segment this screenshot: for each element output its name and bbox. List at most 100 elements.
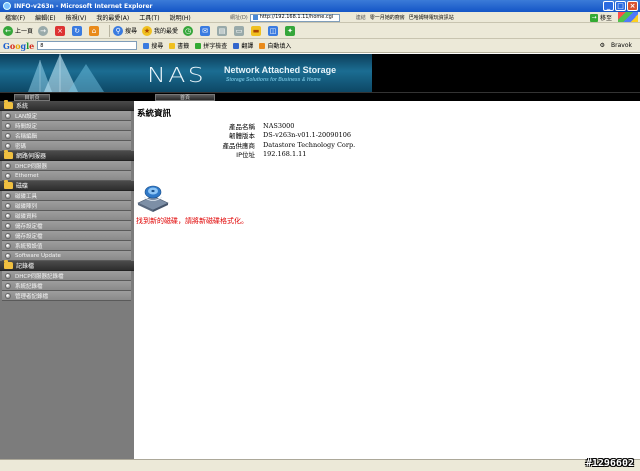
sidebar-item-dhcp-log[interactable]: DHCP伺服器記錄檔 [2, 271, 131, 281]
sidebar-group-system[interactable]: 系統 [0, 100, 134, 111]
sidebar-item-password[interactable]: 密碼 [2, 141, 131, 151]
back-button[interactable]: ← 上一頁 [3, 25, 33, 36]
sidebar-group-disk[interactable]: 磁碟 [0, 180, 134, 191]
sidebar-item-software-update[interactable]: Software Update [2, 251, 131, 261]
google-bookmarks-button[interactable]: 書籤 [169, 41, 189, 50]
minimize-button[interactable]: _ [603, 1, 614, 11]
settings-icon: ⚙ [599, 42, 606, 49]
search-icon: ⚲ [113, 25, 124, 36]
sidebar-item-name[interactable]: 名稱編輯 [2, 131, 131, 141]
sidebar-group-logs[interactable]: 記錄檔 [0, 260, 134, 271]
edit-button[interactable]: ▭ [234, 25, 246, 36]
maximize-button[interactable]: □ [615, 1, 626, 11]
search-icon [143, 42, 150, 49]
printer-icon: ▤ [217, 25, 228, 36]
bullet-icon [5, 192, 11, 199]
google-search-input[interactable]: 8 [37, 41, 138, 50]
building-graphic [28, 54, 104, 92]
forward-button[interactable]: → [38, 25, 50, 36]
menu-favorites[interactable]: 我的最愛(A) [91, 13, 134, 22]
address-label: 網址(D) [230, 15, 248, 21]
mail-icon: ✉ [200, 25, 211, 36]
bullet-icon [5, 202, 11, 209]
research-button[interactable]: ◫ [268, 25, 280, 36]
google-account[interactable]: ⚙ Bravok [600, 42, 632, 49]
stop-icon: × [55, 25, 66, 36]
google-logo: Google [3, 40, 35, 51]
menu-help[interactable]: 說明(H) [165, 13, 196, 22]
window-title: INFO-v263n - Microsoft Internet Explorer [14, 2, 153, 10]
nav-strip: 目前頁 首頁 [0, 92, 640, 101]
address-input[interactable]: http://192.168.1.11/home.cgi [249, 13, 340, 22]
sidebar-item-dhcp[interactable]: DHCP伺服器 [2, 161, 131, 171]
sidebar-group-network[interactable]: 網路伺服器 [0, 150, 134, 161]
refresh-button[interactable]: ↻ [72, 25, 84, 36]
sidebar-item-ethernet[interactable]: Ethernet [2, 171, 131, 181]
menu-view[interactable]: 檢視(V) [61, 13, 92, 22]
links-label: 連結 [355, 15, 366, 21]
bullet-icon [5, 162, 11, 169]
sidebar-item-defaults[interactable]: 系統預設值 [2, 241, 131, 251]
sidebar-item-system-log[interactable]: 系統記錄檔 [2, 281, 131, 291]
search-button[interactable]: ⚲ 搜尋 [113, 25, 137, 36]
sidebar: 系統 LAN設定 時間設定 名稱編輯 密碼 網路伺服器 DHCP伺服器 Ethe… [0, 100, 134, 459]
system-info-table: 產品名稱 NAS3000 韌體版本 DS-v263n-v01.1-2009010… [174, 121, 356, 160]
address-bar: 網址(D) http://192.168.1.11/home.cgi 連結 零一… [230, 13, 585, 22]
history-button[interactable]: ◷ [183, 25, 195, 36]
bullet-icon [5, 142, 11, 149]
link-item[interactable]: 巴哈姆特電玩資訊站 [409, 14, 454, 21]
sidebar-item-raid[interactable]: 磁碟陣列 [2, 201, 131, 211]
folder-icon: ▬ [251, 25, 262, 36]
nas-header: NAS Network Attached Storage Storage Sol… [0, 54, 640, 92]
ie-icon [3, 2, 11, 10]
back-arrow-icon: ← [3, 25, 13, 36]
sidebar-item-disk-info[interactable]: 磁碟資料 [2, 211, 131, 221]
favorites-button[interactable]: ★ 我的最愛 [142, 25, 178, 36]
spellcheck-icon [195, 42, 202, 49]
home-button[interactable]: ⌂ [89, 25, 101, 36]
extra-button[interactable]: ✦ [285, 25, 297, 36]
sidebar-item-admin-log[interactable]: 管理者記錄檔 [2, 291, 131, 301]
bullet-icon [5, 132, 11, 139]
google-search-button[interactable]: 搜尋 [143, 41, 163, 50]
forward-arrow-icon: → [38, 25, 49, 36]
hard-disk-icon[interactable] [136, 183, 170, 213]
star-icon: ★ [142, 25, 153, 36]
autofill-icon [259, 42, 266, 49]
sidebar-item-lan[interactable]: LAN設定 [2, 111, 131, 121]
folder-icon [4, 180, 13, 189]
go-arrow-icon: → [590, 13, 598, 22]
print-button[interactable]: ▤ [217, 25, 229, 36]
google-toolbar: Google 8 搜尋 書籤 拼字檢查 翻譯 自動填入 ⚙ Bravok [0, 39, 640, 53]
info-row-ip-address: IP位址 192.168.1.11 [236, 150, 307, 160]
info-row-product-name: 產品名稱 NAS3000 [229, 121, 295, 131]
nav-tab-current[interactable]: 目前頁 [14, 94, 50, 101]
refresh-icon: ↻ [72, 25, 83, 36]
page-icon [252, 15, 258, 20]
menu-file[interactable]: 檔案(F) [0, 13, 30, 22]
browser-toolbar: ← 上一頁 → × ↻ ⌂ ⚲ 搜尋 ★ 我的最愛 ◷ ✉ ▤ ▭ ▬ ◫ ✦ [0, 23, 640, 39]
sidebar-item-disk-tools[interactable]: 磁碟工具 [2, 191, 131, 201]
bullet-icon [5, 252, 11, 259]
page-title: 系統資訊 [137, 109, 172, 119]
nas-banner: NAS Network Attached Storage Storage Sol… [0, 54, 372, 92]
messenger-button[interactable]: ▬ [251, 25, 263, 36]
menu-tools[interactable]: 工具(T) [134, 13, 164, 22]
nav-tab-home[interactable]: 首頁 [155, 94, 215, 101]
google-autofill-button[interactable]: 自動填入 [259, 41, 291, 50]
address-url: http://192.168.1.11/home.cgi [259, 14, 334, 20]
menu-edit[interactable]: 編輯(E) [30, 13, 60, 22]
sidebar-item-load-config[interactable]: 儲存設定檔 [2, 231, 131, 241]
new-disk-alert[interactable]: 找到新的磁碟，請將新磁碟格式化。 [136, 216, 248, 226]
translate-icon [233, 42, 240, 49]
link-item[interactable]: 零一月她的廚房 [370, 14, 405, 21]
bullet-icon [5, 242, 11, 249]
stop-button[interactable]: × [55, 25, 67, 36]
mail-button[interactable]: ✉ [200, 25, 212, 36]
close-button[interactable]: × [627, 1, 638, 11]
google-spellcheck-button[interactable]: 拼字檢查 [195, 41, 227, 50]
sidebar-item-time[interactable]: 時間設定 [2, 121, 131, 131]
sidebar-item-save-config[interactable]: 儲存設定檔 [2, 221, 131, 231]
go-button[interactable]: → 移至 [590, 13, 612, 22]
google-translate-button[interactable]: 翻譯 [233, 41, 253, 50]
